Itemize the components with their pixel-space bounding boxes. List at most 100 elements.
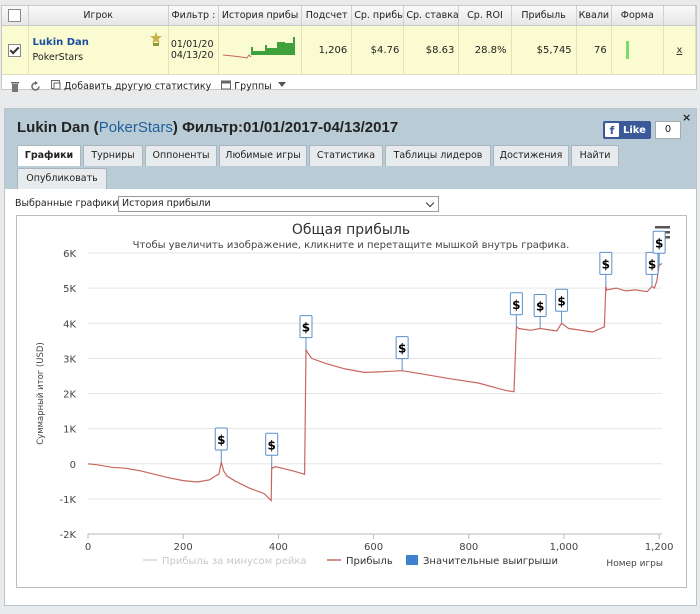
select-all-checkbox[interactable] bbox=[8, 9, 22, 22]
detail-site-link[interactable]: PokerStars bbox=[99, 119, 173, 136]
like-count: 0 bbox=[655, 121, 681, 139]
x-tick-label: 600 bbox=[364, 542, 383, 553]
form-bar bbox=[625, 41, 629, 59]
facebook-like-button[interactable]: f Like bbox=[603, 121, 651, 139]
player-site: PokerStars bbox=[32, 52, 84, 63]
big-win-label: $ bbox=[268, 438, 276, 452]
x-tick-label: 1,000 bbox=[550, 542, 579, 553]
column-header-count[interactable]: Подсчет bbox=[301, 6, 353, 26]
like-label: Like bbox=[623, 124, 646, 136]
filter-from: 01/01/20 bbox=[170, 39, 214, 50]
column-header-player[interactable]: Игрок bbox=[28, 6, 169, 26]
player-name-link[interactable]: Lukin Dan bbox=[33, 37, 164, 48]
big-win-label: $ bbox=[648, 257, 656, 271]
favorite-star-icon[interactable] bbox=[149, 32, 162, 46]
trash-icon[interactable] bbox=[10, 81, 20, 92]
facebook-icon: f bbox=[605, 123, 619, 137]
refresh-icon[interactable] bbox=[30, 80, 41, 92]
big-win-label: $ bbox=[302, 321, 310, 335]
legend-item-profit: Прибыль bbox=[346, 556, 393, 567]
roi-cell: 28.8% bbox=[458, 25, 512, 75]
remove-row-button[interactable]: x bbox=[676, 45, 682, 56]
y-tick-label: 4K bbox=[63, 319, 76, 330]
big-win-label: $ bbox=[398, 342, 406, 356]
detail-title: Lukin Dan (PokerStars) Фильтр:01/01/2017… bbox=[17, 119, 399, 136]
column-header-form[interactable]: Форма bbox=[611, 6, 664, 26]
column-header-profit[interactable]: Прибыль bbox=[511, 6, 577, 26]
big-win-label: $ bbox=[512, 298, 520, 312]
column-header-rating[interactable]: Квали bbox=[576, 6, 612, 26]
profit-sparkline bbox=[223, 36, 296, 59]
x-tick-label: 1,200 bbox=[645, 542, 674, 553]
selected-charts-label: Выбранные графики: bbox=[15, 198, 122, 209]
column-header-avg-stake[interactable]: Ср. ставка bbox=[403, 6, 460, 26]
big-win-label: $ bbox=[536, 300, 544, 314]
rating-cell: 76 bbox=[576, 25, 612, 75]
y-tick-label: 2K bbox=[63, 390, 76, 401]
column-header-actions bbox=[663, 6, 697, 26]
detail-filter-range: 01/01/2017-04/13/2017 bbox=[243, 119, 399, 136]
profit-history-cell[interactable] bbox=[218, 25, 303, 75]
x-tick-label: 200 bbox=[174, 542, 193, 553]
column-header-filter[interactable]: Фильтр : bbox=[168, 6, 219, 26]
player-detail-panel: Lukin Dan (PokerStars) Фильтр:01/01/2017… bbox=[4, 108, 697, 606]
x-tick-label: 0 bbox=[85, 542, 91, 553]
chart-menu-icon-bar-0 bbox=[655, 226, 670, 229]
tab-leaderboards[interactable]: Таблицы лидеров bbox=[385, 145, 491, 166]
tab-favorite-games[interactable]: Любимые игры bbox=[219, 145, 307, 166]
series-line-profit bbox=[87, 262, 663, 503]
chart-title: Общая прибыль bbox=[292, 222, 410, 238]
y-tick-label: 3K bbox=[63, 354, 76, 365]
tab-achievements[interactable]: Достижения bbox=[493, 145, 569, 166]
big-win-label: $ bbox=[602, 257, 610, 271]
y-tick-label: 1K bbox=[63, 425, 76, 436]
profit-cell: $5,745 bbox=[511, 25, 577, 75]
player-table-panel: Игрок Фильтр : История прибы Подсчет Ср.… bbox=[1, 5, 697, 92]
add-stats-button[interactable]: Добавить другую статистику bbox=[51, 80, 211, 92]
player-cell: Lukin Dan PokerStars bbox=[28, 25, 169, 75]
avg-stake-cell: $8.63 bbox=[403, 25, 460, 75]
x-tick-label: 800 bbox=[459, 542, 478, 553]
x-tick-label: 400 bbox=[269, 542, 288, 553]
table-toolbar: Добавить другую статистику Группы bbox=[2, 75, 696, 97]
big-win-label: $ bbox=[557, 294, 565, 308]
add-stats-label: Добавить другую статистику bbox=[64, 81, 212, 92]
y-tick-label: 5K bbox=[63, 284, 76, 295]
big-win-label: $ bbox=[217, 433, 225, 447]
column-header-avg-profit[interactable]: Ср. прибы bbox=[351, 6, 405, 26]
profit-chart-container[interactable]: Общая прибыль Чтобы увеличить изображение… bbox=[16, 215, 687, 588]
legend-item-rake: Прибыль за минусом рейка bbox=[162, 556, 307, 567]
y-tick-label: -1K bbox=[59, 495, 76, 506]
column-header-profit-history[interactable]: История прибы bbox=[218, 6, 303, 26]
legend-swatch-big-wins bbox=[406, 555, 418, 565]
tab-charts[interactable]: Графики bbox=[17, 145, 81, 166]
tab-find[interactable]: Найти bbox=[571, 145, 619, 166]
groups-button[interactable]: Группы bbox=[221, 80, 286, 92]
groups-icon bbox=[221, 80, 232, 90]
y-axis-label: Суммарный итог (USD) bbox=[36, 342, 46, 445]
tab-publish[interactable]: Опубликовать bbox=[17, 168, 107, 189]
add-stats-icon bbox=[51, 80, 61, 90]
chart-select[interactable]: История прибыли bbox=[118, 196, 439, 212]
count-cell: 1,206 bbox=[301, 25, 353, 75]
table-header-row: Игрок Фильтр : История прибы Подсчет Ср.… bbox=[2, 6, 697, 26]
close-panel-button[interactable]: × bbox=[682, 111, 691, 124]
column-header-roi[interactable]: Ср. ROI bbox=[458, 6, 512, 26]
y-tick-label: 6K bbox=[63, 249, 76, 260]
profit-chart[interactable]: Общая прибыль Чтобы увеличить изображение… bbox=[17, 216, 686, 587]
avg-profit-cell: $4.76 bbox=[351, 25, 405, 75]
player-table: Игрок Фильтр : История прибы Подсчет Ср.… bbox=[2, 6, 697, 75]
big-win-label: $ bbox=[655, 236, 663, 250]
row-checkbox[interactable] bbox=[8, 43, 22, 57]
tab-statistics[interactable]: Статистика bbox=[309, 145, 383, 166]
row-select-cell[interactable] bbox=[2, 25, 29, 75]
tab-tournaments[interactable]: Турниры bbox=[83, 145, 143, 166]
filter-cell: 01/01/20 04/13/20 bbox=[168, 25, 219, 75]
detail-player-name: Lukin Dan bbox=[17, 119, 90, 136]
filter-to: 04/13/20 bbox=[170, 50, 214, 61]
header-select-all[interactable] bbox=[2, 6, 29, 26]
detail-filter-label: Фильтр: bbox=[182, 119, 244, 136]
remove-cell[interactable]: x bbox=[663, 25, 697, 75]
tab-opponents[interactable]: Оппоненты bbox=[145, 145, 217, 166]
table-row[interactable]: Lukin Dan PokerStars 01/01/20 04/13/20 1… bbox=[2, 25, 697, 75]
